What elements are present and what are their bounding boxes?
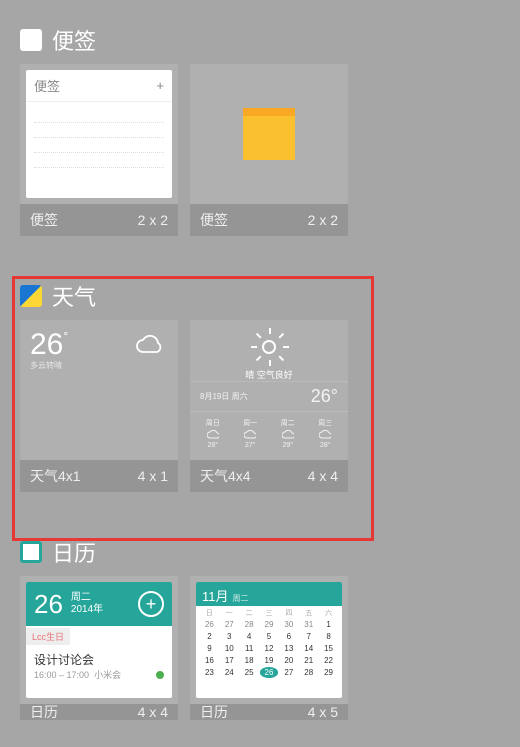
widget-size: 4 x 1 — [138, 468, 168, 484]
widget-notes-2x2-a[interactable]: 便签 + 便签 2 x 2 — [20, 64, 178, 236]
section-header-notes: 便签 — [20, 14, 500, 64]
weather4-date: 8月19日 周六 — [200, 391, 248, 402]
widget-size: 4 x 5 — [308, 704, 338, 720]
event-dot-icon — [156, 671, 164, 679]
weather-temp: 26 — [30, 328, 63, 361]
section-weather: 天气 26° 多云转晴 天气4x1 4 x 1 — [0, 270, 520, 492]
section-header-weather: 天气 — [20, 270, 500, 320]
cloud-icon — [134, 334, 164, 356]
widget-name: 日历 — [30, 704, 58, 720]
section-calendar: 日历 26 周二 2014年 + Lcc生日 设计讨论会 — [0, 526, 520, 720]
widget-footer: 日历 4 x 5 — [190, 704, 348, 720]
plus-icon: + — [156, 78, 164, 93]
note-header-label: 便签 — [34, 76, 60, 95]
widget-calendar-agenda[interactable]: 26 周二 2014年 + Lcc生日 设计讨论会 16:00 – 17:00 … — [20, 576, 178, 720]
widget-size: 2 x 2 — [308, 212, 338, 228]
widget-name: 日历 — [200, 704, 228, 720]
widget-preview: 26° 多云转晴 — [20, 320, 178, 460]
widget-preview: 11月 周二 日一二三四五六 2627282930311 2345678 910… — [190, 576, 348, 704]
sticky-note-icon — [243, 108, 295, 160]
widget-footer: 天气4x1 4 x 1 — [20, 460, 178, 492]
widget-name: 便签 — [200, 210, 228, 230]
section-title: 天气 — [52, 280, 96, 312]
widget-size: 2 x 2 — [138, 212, 168, 228]
cal-dow: 周二 — [71, 592, 103, 604]
cal-tag: Lcc生日 — [26, 628, 70, 645]
weather4-cond: 晴 空气良好 — [190, 368, 348, 381]
cal-date: 26 — [34, 589, 63, 620]
widget-name: 天气4x1 — [30, 466, 81, 486]
event-title: 设计讨论会 — [34, 651, 164, 668]
widget-footer: 天气4x4 4 x 4 — [190, 460, 348, 492]
calendar-icon — [20, 541, 42, 563]
widget-footer: 便签 2 x 2 — [190, 204, 348, 236]
widget-calendar-month[interactable]: 11月 周二 日一二三四五六 2627282930311 2345678 910… — [190, 576, 348, 720]
weather-cond: 多云转晴 — [30, 360, 68, 371]
widget-notes-2x2-b[interactable]: 便签 2 x 2 — [190, 64, 348, 236]
section-notes: 便签 便签 + 便签 2 x 2 — [0, 0, 520, 236]
cal-year: 2014年 — [71, 604, 103, 616]
sun-icon — [252, 330, 286, 364]
cal-month: 11月 — [202, 586, 229, 605]
section-title: 便签 — [52, 24, 96, 56]
weather4-temp: 26 — [311, 386, 331, 406]
widget-weather-4x1[interactable]: 26° 多云转晴 天气4x1 4 x 1 — [20, 320, 178, 492]
widget-name: 天气4x4 — [200, 466, 251, 486]
widget-preview: 晴 空气良好 8月19日 周六 26° 周日28° 周一27° 周二29° 周三… — [190, 320, 348, 460]
cal-grid: 日一二三四五六 2627282930311 2345678 9101112131… — [196, 606, 342, 682]
add-event-button[interactable]: + — [138, 591, 164, 617]
widget-weather-4x4[interactable]: 晴 空气良好 8月19日 周六 26° 周日28° 周一27° 周二29° 周三… — [190, 320, 348, 492]
widget-preview: 26 周二 2014年 + Lcc生日 设计讨论会 16:00 – 17:00 … — [20, 576, 178, 704]
widget-name: 便签 — [30, 210, 58, 230]
widget-footer: 便签 2 x 2 — [20, 204, 178, 236]
weather4-forecast: 周日28° 周一27° 周二29° 周三28° — [190, 411, 348, 449]
notes-icon — [20, 29, 42, 51]
weather-icon — [20, 285, 42, 307]
widget-preview — [190, 64, 348, 204]
widget-footer: 日历 4 x 4 — [20, 704, 178, 720]
widget-size: 4 x 4 — [308, 468, 338, 484]
widget-preview: 便签 + — [20, 64, 178, 204]
cal-month-dow: 周二 — [233, 593, 249, 604]
widget-size: 4 x 4 — [138, 704, 168, 720]
note-preview: 便签 + — [26, 70, 172, 198]
section-header-calendar: 日历 — [20, 526, 500, 576]
section-title: 日历 — [52, 536, 96, 568]
